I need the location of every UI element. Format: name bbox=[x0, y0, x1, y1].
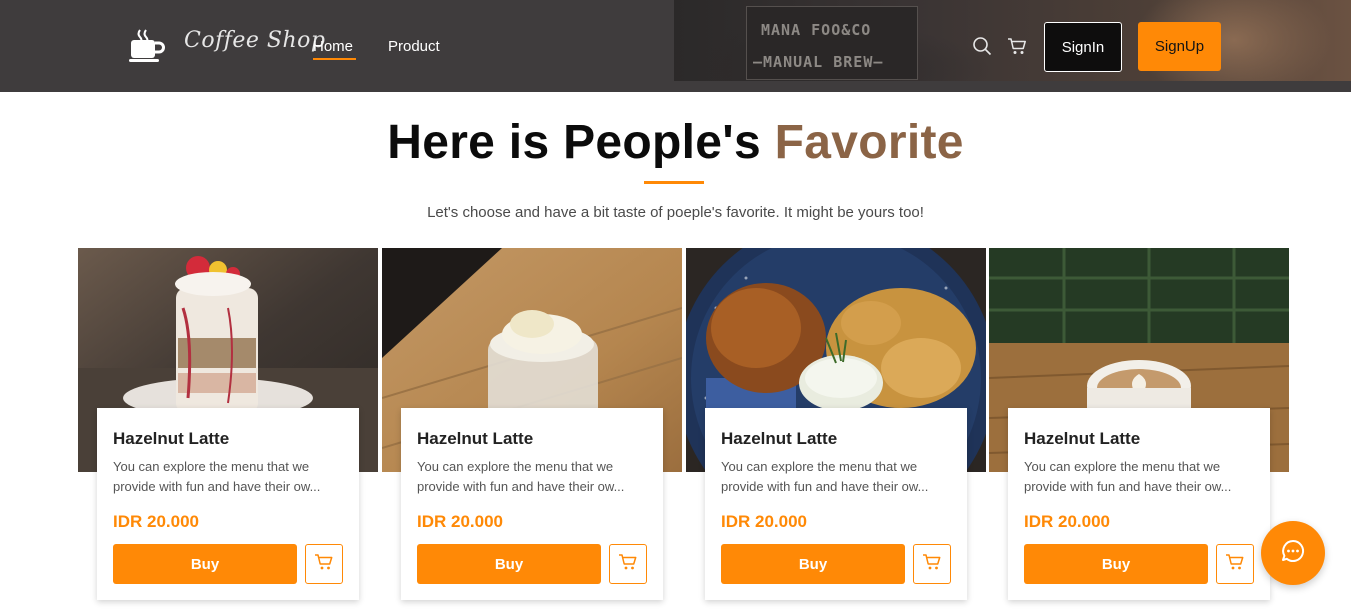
cart-icon bbox=[314, 553, 334, 576]
product-description: You can explore the menu that we provide… bbox=[113, 459, 321, 494]
product-card: Hazelnut Latte You can explore the menu … bbox=[686, 248, 986, 610]
product-card-panel: Hazelnut Latte You can explore the menu … bbox=[705, 408, 967, 600]
product-title[interactable]: Hazelnut Latte bbox=[417, 429, 533, 449]
product-card: Hazelnut Latte You can explore the menu … bbox=[78, 248, 378, 610]
brand-name[interactable]: Coffee Shop bbox=[184, 28, 325, 53]
product-card: Hazelnut Latte You can explore the menu … bbox=[382, 248, 682, 610]
product-description: You can explore the menu that we provide… bbox=[721, 459, 929, 494]
product-card: Hazelnut Latte You can explore the menu … bbox=[989, 248, 1289, 610]
coffee-cup-icon[interactable] bbox=[127, 28, 167, 64]
sign-line: MANA FOO&CO bbox=[761, 21, 872, 39]
product-description: You can explore the menu that we provide… bbox=[417, 459, 625, 494]
product-card-panel: Hazelnut Latte You can explore the menu … bbox=[401, 408, 663, 600]
section-title: Here is People's Favorite bbox=[0, 115, 1351, 170]
nav-home[interactable]: Home bbox=[313, 38, 353, 55]
cafe-sign: MANA FOO&CO —MANUAL BREW— bbox=[746, 6, 918, 80]
buy-button[interactable]: Buy bbox=[417, 544, 601, 584]
search-icon[interactable] bbox=[972, 36, 992, 56]
title-underline bbox=[644, 181, 704, 184]
add-to-cart-button[interactable] bbox=[1216, 544, 1254, 584]
cart-icon bbox=[1225, 553, 1245, 576]
add-to-cart-button[interactable] bbox=[305, 544, 343, 584]
product-card-panel: Hazelnut Latte You can explore the menu … bbox=[1008, 408, 1270, 600]
chat-button[interactable] bbox=[1261, 521, 1325, 585]
buy-button[interactable]: Buy bbox=[113, 544, 297, 584]
nav-product[interactable]: Product bbox=[388, 38, 440, 55]
signin-button[interactable]: SignIn bbox=[1044, 22, 1122, 72]
section-title-accent: Favorite bbox=[774, 116, 964, 169]
buy-button[interactable]: Buy bbox=[1024, 544, 1208, 584]
product-title[interactable]: Hazelnut Latte bbox=[721, 429, 837, 449]
product-price: IDR 20.000 bbox=[113, 512, 199, 531]
add-to-cart-button[interactable] bbox=[913, 544, 951, 584]
nav-active-underline bbox=[313, 58, 356, 60]
buy-button[interactable]: Buy bbox=[721, 544, 905, 584]
add-to-cart-button[interactable] bbox=[609, 544, 647, 584]
cart-icon[interactable] bbox=[1007, 36, 1027, 56]
product-title[interactable]: Hazelnut Latte bbox=[1024, 429, 1140, 449]
product-title[interactable]: Hazelnut Latte bbox=[113, 429, 229, 449]
chat-icon bbox=[1280, 538, 1306, 569]
section-title-main: Here is People's bbox=[387, 116, 761, 169]
signup-button[interactable]: SignUp bbox=[1138, 22, 1221, 71]
product-description: You can explore the menu that we provide… bbox=[1024, 459, 1232, 494]
sign-line: —MANUAL BREW— bbox=[753, 53, 884, 71]
product-price: IDR 20.000 bbox=[721, 512, 807, 531]
section-subtitle: Let's choose and have a bit taste of poe… bbox=[427, 204, 924, 221]
product-price: IDR 20.000 bbox=[1024, 512, 1110, 531]
header: MANA FOO&CO —MANUAL BREW— Coffee Shop Ho… bbox=[0, 0, 1351, 92]
product-price: IDR 20.000 bbox=[417, 512, 503, 531]
cart-icon bbox=[922, 553, 942, 576]
cart-icon bbox=[618, 553, 638, 576]
product-card-panel: Hazelnut Latte You can explore the menu … bbox=[97, 408, 359, 600]
